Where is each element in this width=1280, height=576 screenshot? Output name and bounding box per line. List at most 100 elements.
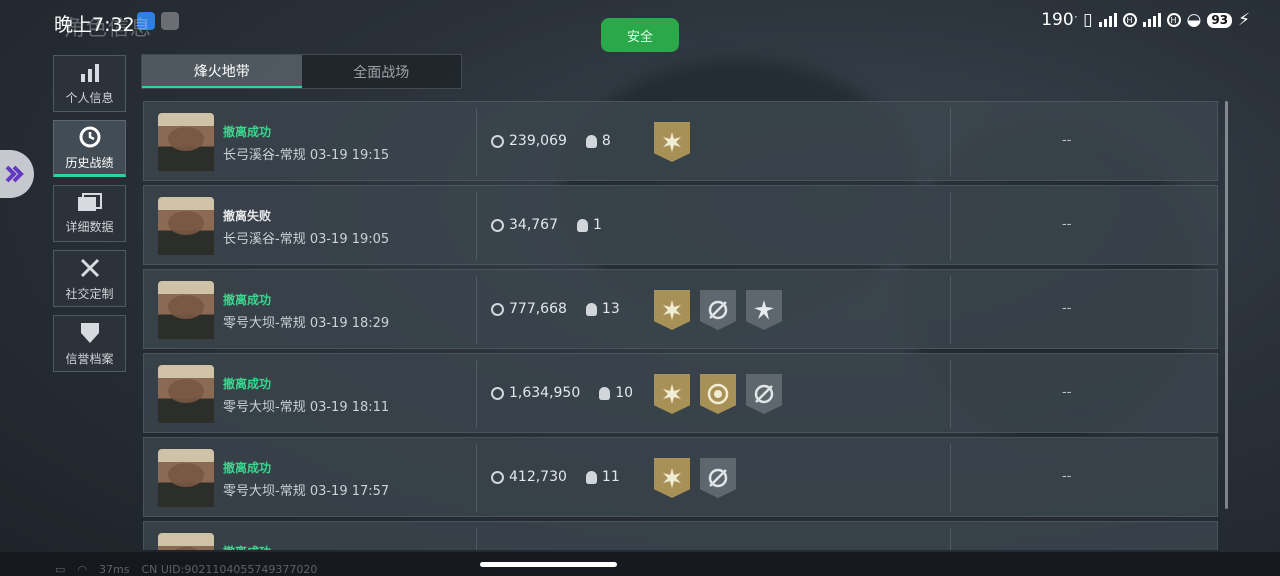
menu-item-social[interactable]: 社交定制 [53,250,126,307]
hd-icon: H [1122,13,1137,27]
medal-badges [654,122,690,162]
loot-value: 239,069 8 [491,133,611,149]
kill-count: 11 [585,469,620,485]
coin-icon [491,302,504,316]
menu-item-profile[interactable]: 个人信息 [53,55,126,112]
loot-value: 777,668 13 [491,301,620,317]
signal-icon [1142,13,1161,27]
column-divider [476,360,477,428]
safe-status-badge: 安全 [601,18,679,52]
extract-result: 撤离失败 [223,209,272,223]
kill-count-number: 8 [601,133,611,149]
column-divider [950,528,951,550]
menu-item-details[interactable]: 详细数据 [53,185,126,242]
map-and-time: 长弓溪谷-常规 03-19 19:05 [223,232,390,247]
loot-value-number: 777,668 [509,301,567,317]
match-record-row[interactable]: 撤离成功 零号大坝-常规 03-19 18:11 1,634,950 10 -- [143,353,1218,433]
hd-icon: H [1166,13,1181,27]
silver-target-medal-icon[interactable] [746,374,782,414]
silver-burst-medal-icon[interactable] [746,290,782,330]
kill-count: 13 [585,301,620,317]
gold-sun-medal-icon[interactable] [654,290,690,330]
operator-avatar [158,449,214,507]
coin-icon [491,134,504,148]
skull-icon [585,302,597,316]
extra-stat: -- [1062,301,1072,316]
medal-badges [654,290,782,330]
kill-count-number: 13 [601,301,620,317]
home-indicator[interactable] [480,562,617,567]
kill-count-number: 1 [593,217,602,233]
extract-result: 撤离成功 [223,293,272,307]
user-uid: CN UID:9021104055749377020 [141,563,318,576]
operator-avatar [158,113,214,171]
tab-full-battlefield[interactable]: 全面战场 [302,55,462,88]
coin-icon [491,218,504,232]
coin-icon [491,470,504,484]
column-divider [476,276,477,344]
match-record-row[interactable]: 撤离成功 [143,521,1218,550]
skull-icon [585,134,597,148]
loot-value-number: 1,634,950 [509,385,581,401]
column-divider [476,192,477,260]
loot-value-number: 412,730 [509,469,567,485]
skull-icon [599,386,611,400]
column-divider [950,276,951,344]
wifi-icon: ◒ [1186,10,1202,30]
menu-item-reputation[interactable]: 信誉档案 [53,315,126,372]
match-record-row[interactable]: 撤离成功长弓溪谷-常规 03-19 19:15 239,069 8 -- [143,101,1218,181]
mode-tabs: 烽火地带 全面战场 [141,54,462,89]
history-clock-icon [79,126,100,147]
silver-target-medal-icon[interactable] [700,458,736,498]
match-record-row[interactable]: 撤离成功 零号大坝-常规 03-19 17:57 412,730 11 -- [143,437,1218,517]
battery-level: 93 [1207,12,1233,28]
map-and-time: 零号大坝-常规 03-19 18:29 [223,316,390,331]
extract-result: 撤离成功 [223,125,272,139]
match-history-list: 撤离成功 长弓溪谷-常规 03-19 19:15 239,069 8 -- 撤离失败… [143,101,1218,550]
side-panel-toggle[interactable] [0,150,34,198]
kill-count-number: 11 [601,469,620,485]
kill-count: 1 [577,217,602,233]
loot-value: 34,767 1 [491,217,602,233]
loot-value-number: 34,767 [509,217,558,233]
extract-result: 撤离成功 [223,543,271,550]
operator-avatar [158,533,214,550]
skull-icon [577,218,588,232]
menu-label: 信誉档案 [65,351,114,366]
extra-stat: -- [1062,133,1072,148]
column-divider [950,108,951,176]
operator-avatar [158,365,214,423]
gold-sun-medal-icon[interactable] [654,122,690,162]
map-and-time: 长弓溪谷-常规 03-19 19:15 [223,148,390,163]
page-title: 角色信息 [64,16,152,40]
tab-hazard-zone[interactable]: 烽火地带 [142,55,302,88]
double-chevron-right-icon [5,165,24,183]
loot-value-number: 239,069 [509,133,567,149]
loot-value: 412,730 11 [491,469,620,485]
device-battery-icon: ▭ [55,563,66,576]
menu-label: 个人信息 [65,90,114,105]
shield-icon [80,322,99,343]
match-record-row[interactable]: 撤离失败 长弓溪谷-常规 03-19 19:05 34,767 1 -- [143,185,1218,265]
status-indicators: 190 ′ ▯ H H ◒ 93 ⚡ [1041,10,1250,30]
signal-icon [1098,13,1117,27]
coin-icon [491,386,504,400]
menu-item-history[interactable]: 历史战绩 [53,120,126,177]
match-record-row[interactable]: 撤离成功零号大坝-常规 03-19 18:29 777,668 13 -- [143,269,1218,349]
loot-value: 1,634,950 10 [491,385,633,401]
bar-chart-icon [80,63,99,82]
gold-sun-medal-icon[interactable] [654,374,690,414]
medal-badges [654,374,782,414]
kill-count: 8 [585,133,611,149]
menu-label: 历史战绩 [65,155,114,170]
gold-sun-medal-icon[interactable] [654,458,690,498]
tools-icon [80,258,99,277]
list-scrollbar[interactable] [1225,101,1228,509]
column-divider [950,192,951,260]
silver-target-medal-icon[interactable] [700,290,736,330]
medal-badges [654,458,736,498]
kill-count-number: 10 [615,385,634,401]
gold-emblem-medal-icon[interactable] [700,374,736,414]
wifi-icon: ◠ [77,563,88,576]
kill-count: 10 [599,385,633,401]
